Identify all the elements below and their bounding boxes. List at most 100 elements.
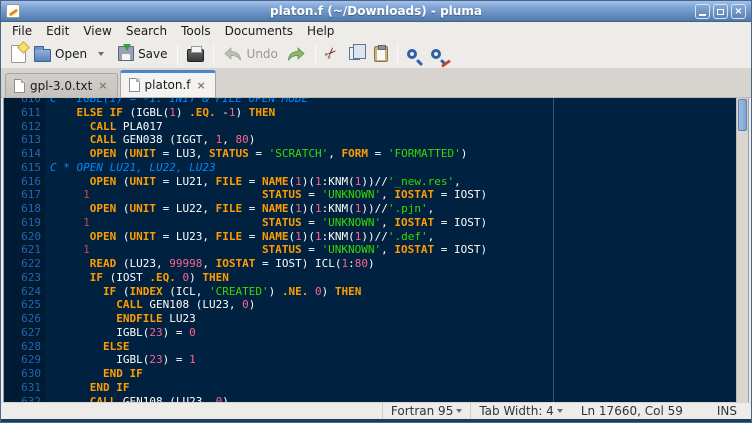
open-label: Open xyxy=(55,47,87,61)
code-line[interactable]: 617 1 STATUS = 'UNKNOWN', IOSTAT = IOST) xyxy=(4,188,736,202)
menu-view[interactable]: View xyxy=(76,22,118,39)
chevron-down-icon xyxy=(456,409,462,413)
line-number: 627 xyxy=(4,326,41,340)
print-icon xyxy=(187,49,204,62)
line-number: 623 xyxy=(4,271,41,285)
tab-platon.f[interactable]: platon.f × xyxy=(120,70,216,97)
close-button[interactable]: × xyxy=(731,4,746,19)
menu-documents[interactable]: Documents xyxy=(218,22,300,39)
open-button[interactable]: Open xyxy=(30,44,91,64)
maximize-button[interactable] xyxy=(713,4,728,19)
line-number: 622 xyxy=(4,257,41,271)
code-line[interactable]: 613 CALL GEN038 (IGGT, 1, 80) xyxy=(4,133,736,147)
code-line[interactable]: 623 IF (IOST .EQ. 0) THEN xyxy=(4,271,736,285)
code-line[interactable]: 614 OPEN (UNIT = LU3, STATUS = 'SCRATCH'… xyxy=(4,147,736,161)
undo-icon xyxy=(223,46,243,62)
tab-close-icon[interactable]: × xyxy=(196,80,207,91)
menu-file[interactable]: File xyxy=(5,22,39,39)
code-line[interactable]: 629 IGBL(23) = 1 xyxy=(4,353,736,367)
menu-search[interactable]: Search xyxy=(119,22,174,39)
code-line[interactable]: 615C * OPEN LU21, LU22, LU23 xyxy=(4,161,736,175)
cut-button[interactable]: ✂ xyxy=(321,44,342,63)
toolbar-separator xyxy=(315,43,316,65)
line-number: 620 xyxy=(4,230,41,244)
menu-help[interactable]: Help xyxy=(300,22,341,39)
toolbar: Open Save Undo ✂ xyxy=(1,39,751,69)
line-number: 631 xyxy=(4,381,41,395)
code-line[interactable]: 631 END IF xyxy=(4,381,736,395)
new-document-button[interactable] xyxy=(7,43,30,65)
menu-edit[interactable]: Edit xyxy=(39,22,76,39)
code-line[interactable]: 625 CALL GEN108 (LU23, 0) xyxy=(4,298,736,312)
line-number: 629 xyxy=(4,353,41,367)
line-number: 610 xyxy=(4,98,41,106)
window-title: platon.f (~/Downloads) - pluma xyxy=(1,4,751,18)
insert-mode-indicator: INS xyxy=(693,404,751,418)
vertical-scrollbar[interactable] xyxy=(736,98,748,404)
copy-icon xyxy=(349,47,360,60)
code-line[interactable]: 626 ENDFILE LU23 xyxy=(4,312,736,326)
code-line[interactable]: 630 END IF xyxy=(4,367,736,381)
undo-button[interactable]: Undo xyxy=(219,44,282,64)
cut-scissors-icon: ✂ xyxy=(321,44,341,64)
code-line[interactable]: 628 ELSE xyxy=(4,340,736,354)
minimize-icon xyxy=(699,14,706,16)
toolbar-separator xyxy=(213,43,214,65)
code-line[interactable]: 627 IGBL(23) = 0 xyxy=(4,326,736,340)
line-number: 619 xyxy=(4,216,41,230)
document-icon xyxy=(129,78,140,92)
titlebar[interactable]: platon.f (~/Downloads) - pluma × xyxy=(1,1,751,22)
code-line[interactable]: 620 OPEN (UNIT = LU23, FILE = NAME(1)(1:… xyxy=(4,230,736,244)
minimize-button[interactable] xyxy=(695,4,710,19)
paste-button[interactable] xyxy=(370,44,392,64)
language-selector[interactable]: Fortran 95 xyxy=(382,403,470,419)
replace-button[interactable] xyxy=(427,47,445,61)
scrollbar-thumb[interactable] xyxy=(738,99,747,131)
code-line[interactable]: 622 READ (LU23, 99998, IOSTAT = IOST) IC… xyxy=(4,257,736,271)
code-line[interactable]: 624 IF (INDEX (ICL, 'CREATED') .NE. 0) T… xyxy=(4,285,736,299)
line-number: 612 xyxy=(4,120,41,134)
close-icon: × xyxy=(734,7,742,17)
save-label: Save xyxy=(138,47,167,61)
new-document-icon xyxy=(11,45,26,63)
code-line[interactable]: 616 OPEN (UNIT = LU21, FILE = NAME(1)(1:… xyxy=(4,175,736,189)
line-number: 611 xyxy=(4,106,41,120)
open-dropdown-button[interactable] xyxy=(91,50,108,58)
line-number: 613 xyxy=(4,133,41,147)
line-number: 618 xyxy=(4,202,41,216)
line-number: 624 xyxy=(4,285,41,299)
save-button[interactable]: Save xyxy=(114,44,171,63)
print-button[interactable] xyxy=(183,43,208,64)
text-editor-area[interactable]: 610C * IGBL(1) = -1: INIT & FILE OPEN MO… xyxy=(3,98,749,404)
line-number: 617 xyxy=(4,188,41,202)
line-number: 614 xyxy=(4,147,41,161)
code-lines: 610C * IGBL(1) = -1: INIT & FILE OPEN MO… xyxy=(4,98,736,404)
tab-width-label: Tab Width: 4 xyxy=(479,404,553,418)
tab-width-selector[interactable]: Tab Width: 4 xyxy=(470,403,570,419)
code-line[interactable]: 610C * IGBL(1) = -1: INIT & FILE OPEN MO… xyxy=(4,98,736,106)
copy-button[interactable] xyxy=(345,45,368,62)
code-line[interactable]: 618 OPEN (UNIT = LU22, FILE = NAME(1)(1:… xyxy=(4,202,736,216)
toolbar-separator xyxy=(177,43,178,65)
tab-gpl-3.0.txt[interactable]: gpl-3.0.txt × xyxy=(5,73,118,97)
tab-close-icon[interactable]: × xyxy=(97,80,108,91)
code-line[interactable]: 612 CALL PLA017 xyxy=(4,120,736,134)
code-line[interactable]: 619 1 STATUS = 'UNKNOWN', IOSTAT = IOST) xyxy=(4,216,736,230)
redo-button[interactable] xyxy=(282,44,310,64)
code-line[interactable]: 621 1 STATUS = 'UNKNOWN', IOSTAT = IOST) xyxy=(4,243,736,257)
cursor-position: Ln 17660, Col 59 xyxy=(571,404,693,418)
code-line[interactable]: 611 ELSE IF (IGBL(1) .EQ. -1) THEN xyxy=(4,106,736,120)
menu-tools[interactable]: Tools xyxy=(174,22,218,39)
replace-magnifier-icon xyxy=(431,49,441,59)
document-icon xyxy=(14,79,25,93)
open-folder-icon xyxy=(34,49,51,62)
pluma-window: platon.f (~/Downloads) - pluma × File Ed… xyxy=(0,0,752,423)
find-button[interactable] xyxy=(403,47,421,61)
tab-label: platon.f xyxy=(145,78,191,92)
line-number: 616 xyxy=(4,175,41,189)
save-icon xyxy=(118,46,134,61)
line-number: 621 xyxy=(4,243,41,257)
maximize-icon xyxy=(717,9,724,15)
chevron-down-icon xyxy=(98,52,104,56)
line-number: 626 xyxy=(4,312,41,326)
